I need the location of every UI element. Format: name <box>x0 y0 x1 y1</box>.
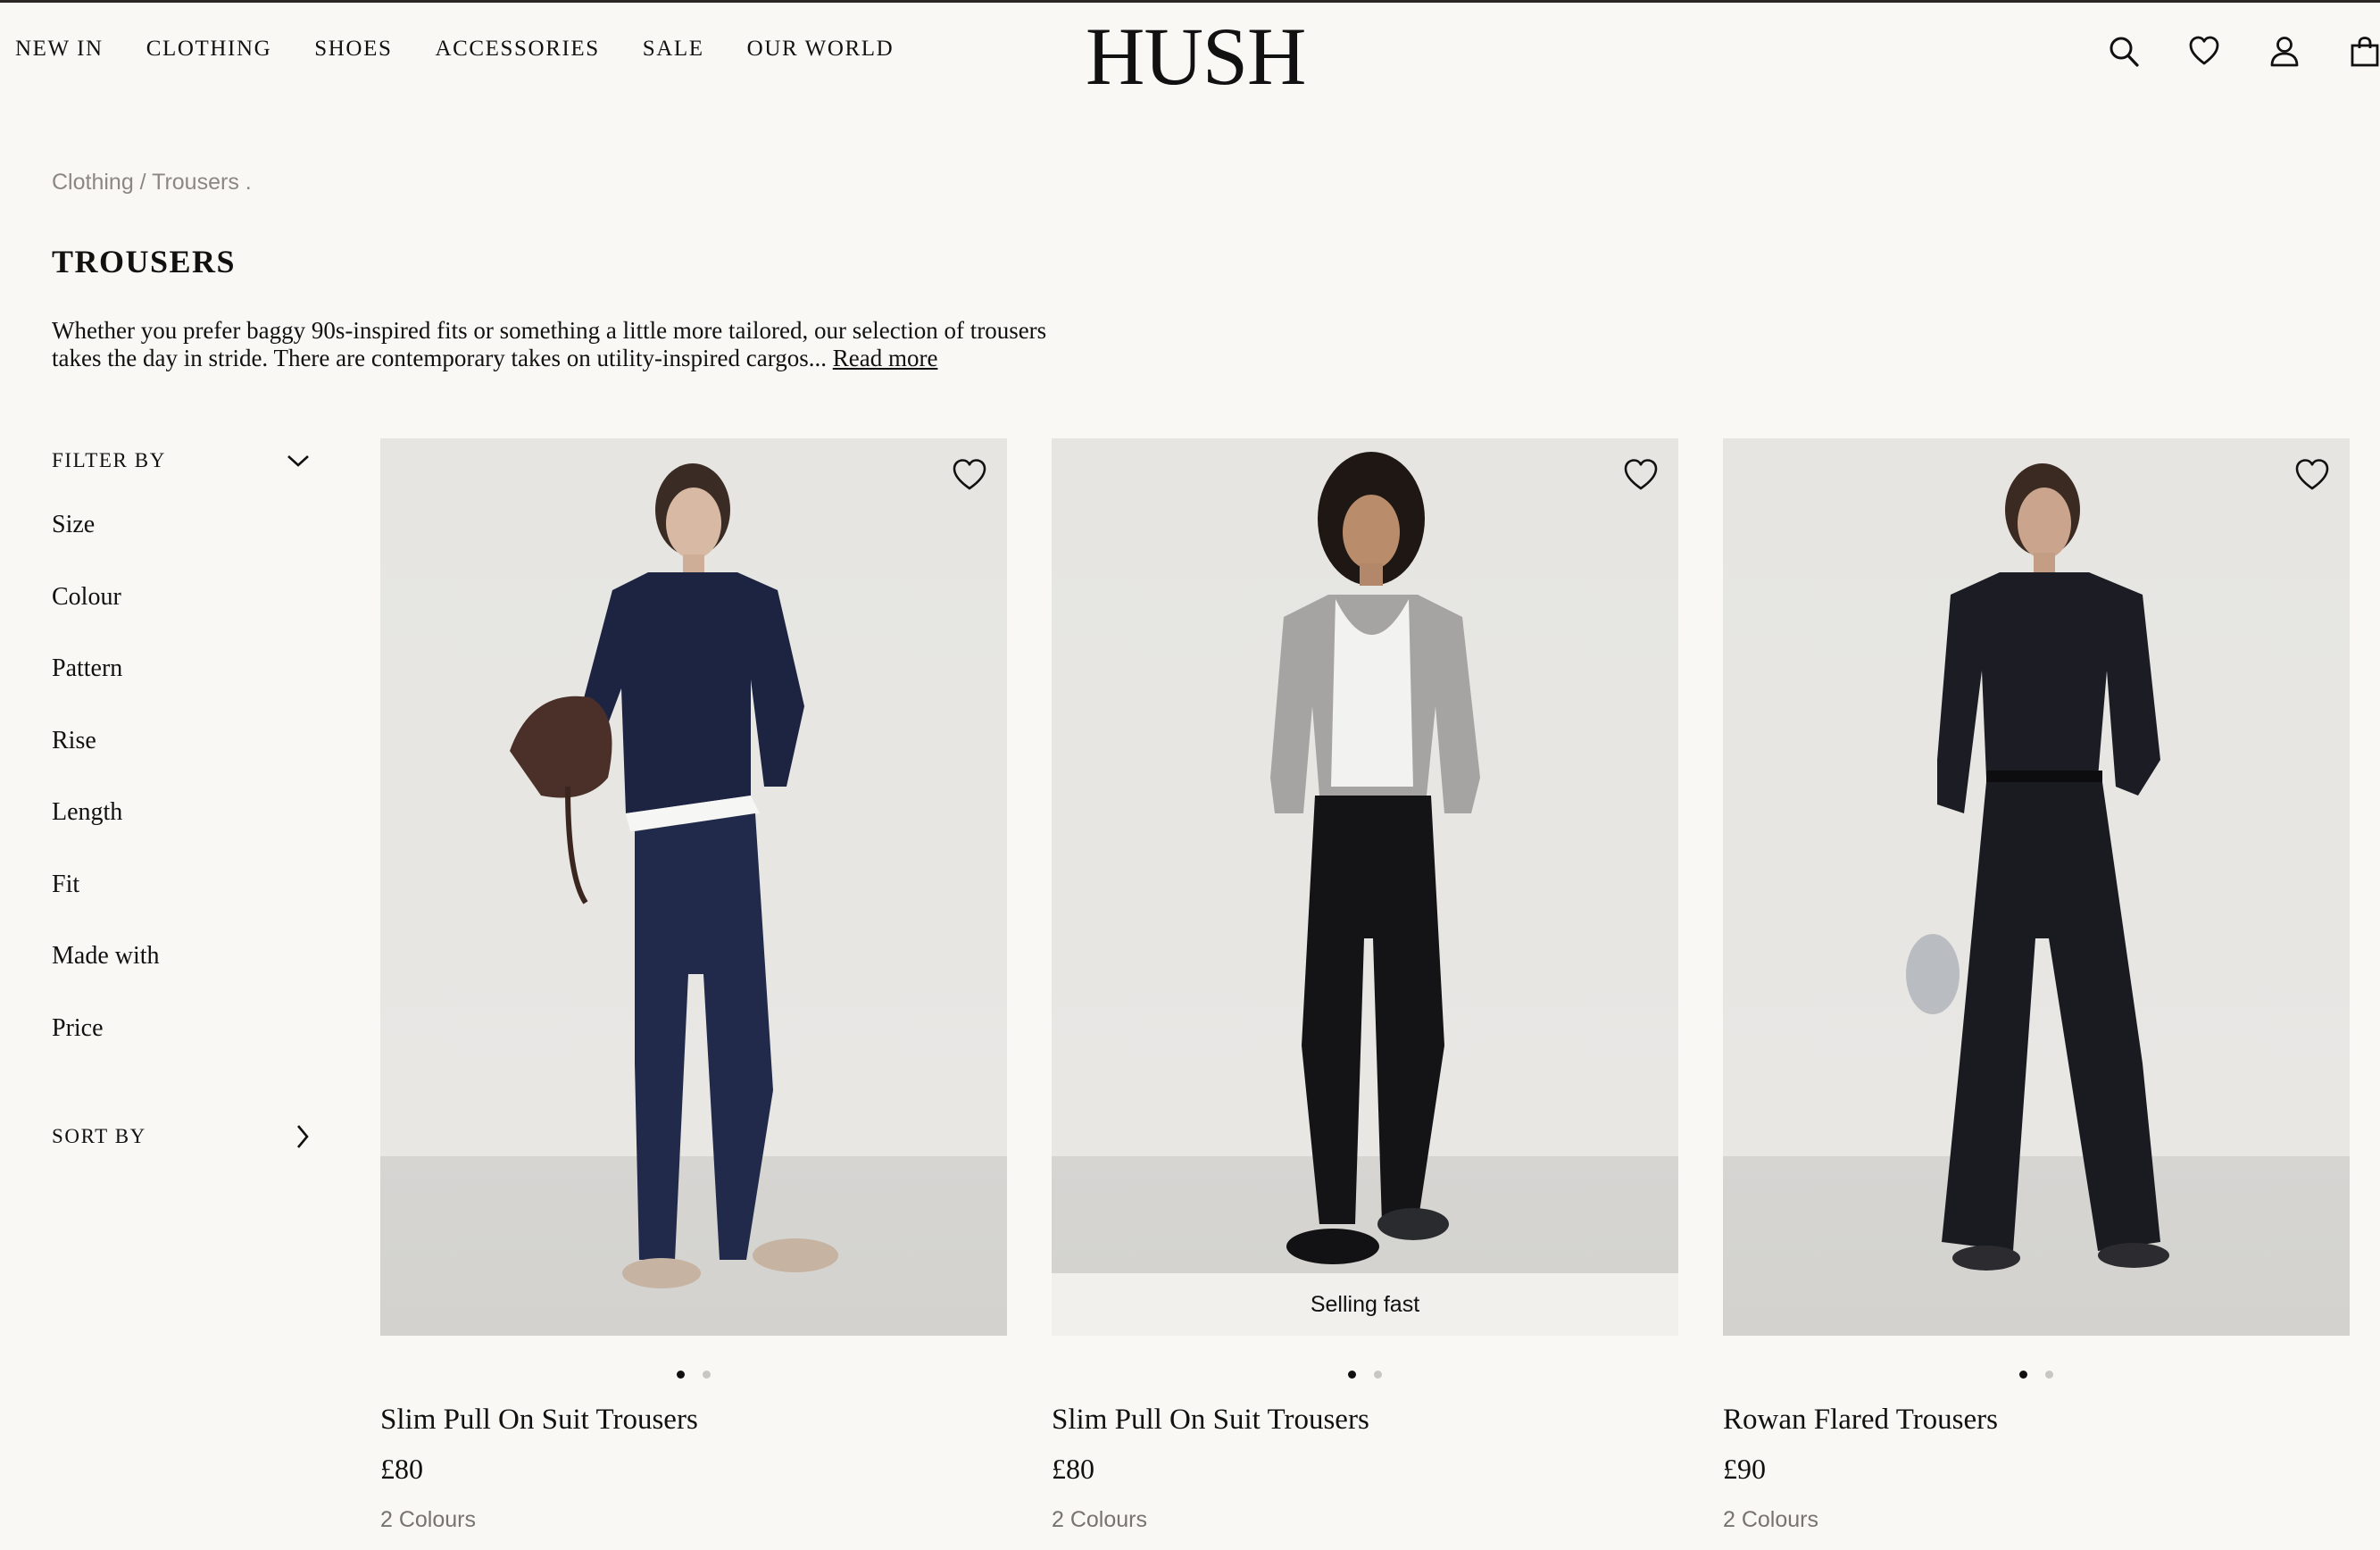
carousel-dot[interactable] <box>677 1370 685 1379</box>
product-name[interactable]: Rowan Flared Trousers <box>1723 1404 2350 1437</box>
filter-length[interactable]: Length <box>52 800 311 872</box>
nav-our-world[interactable]: OUR WORLD <box>747 37 895 62</box>
filter-colour[interactable]: Colour <box>52 584 311 657</box>
sort-by-label: SORT BY <box>52 1125 146 1147</box>
filter-made-with[interactable]: Made with <box>52 944 311 1016</box>
nav-sale[interactable]: SALE <box>643 37 704 62</box>
product-price: £90 <box>1723 1453 1766 1485</box>
nav-clothing[interactable]: CLOTHING <box>146 37 272 62</box>
product-name[interactable]: Slim Pull On Suit Trousers <box>1052 1404 1678 1437</box>
product-image[interactable]: Selling fast <box>1052 438 1678 1336</box>
header-actions <box>2109 35 2380 69</box>
account-icon[interactable] <box>2269 35 2300 69</box>
image-carousel-dots <box>380 1370 1007 1379</box>
carousel-dot[interactable] <box>2019 1370 2027 1379</box>
filter-fit[interactable]: Fit <box>52 871 311 945</box>
nav-accessories[interactable]: ACCESSORIES <box>435 37 599 62</box>
product-card[interactable]: Slim Pull On Suit Trousers £80 2 Colours <box>380 438 1007 1533</box>
image-carousel-dots <box>1723 1370 2350 1379</box>
chevron-right-icon <box>297 1125 309 1148</box>
filter-panel: FILTER BY Size Colour Pattern Rise Lengt… <box>52 443 311 1088</box>
carousel-dot[interactable] <box>703 1370 711 1379</box>
filter-rise[interactable]: Rise <box>52 728 311 801</box>
filter-by-label: FILTER BY <box>52 449 166 471</box>
carousel-dot[interactable] <box>1348 1370 1356 1379</box>
wishlist-heart-icon[interactable] <box>2294 458 2330 492</box>
bag-icon[interactable] <box>2350 35 2380 69</box>
model-figure <box>510 463 838 1288</box>
product-card[interactable]: Rowan Flared Trousers £90 2 Colours <box>1723 438 2350 1533</box>
sort-by-toggle[interactable]: SORT BY <box>52 1119 311 1154</box>
model-figure <box>1270 452 1480 1264</box>
category-intro: Whether you prefer baggy 90s-inspired fi… <box>52 317 1087 372</box>
search-icon[interactable] <box>2109 35 2139 69</box>
product-card[interactable]: Selling fast Slim Pull On Suit Trousers … <box>1052 438 1678 1533</box>
carousel-dot[interactable] <box>1374 1370 1382 1379</box>
filter-pattern[interactable]: Pattern <box>52 656 311 729</box>
read-more-link[interactable]: Read more <box>833 345 938 371</box>
wishlist-heart-icon[interactable] <box>1623 458 1659 492</box>
brand-logo[interactable]: HUSH <box>1086 15 1306 97</box>
product-price: £80 <box>1052 1453 1094 1485</box>
model-bottom <box>1942 782 2160 1251</box>
product-colours: 2 Colours <box>380 1507 476 1532</box>
filter-size[interactable]: Size <box>52 512 311 585</box>
image-carousel-dots <box>1052 1370 1678 1379</box>
chevron-down-icon <box>287 455 309 467</box>
product-colours: 2 Colours <box>1052 1507 1147 1532</box>
heart-icon[interactable] <box>2189 35 2219 69</box>
model-figure <box>1906 463 2169 1271</box>
filter-list: Size Colour Pattern Rise Length Fit Made… <box>52 512 311 1088</box>
model-bottom <box>1302 796 1444 1224</box>
filter-price[interactable]: Price <box>52 1015 311 1088</box>
product-image[interactable] <box>1723 438 2350 1336</box>
carousel-dot[interactable] <box>2045 1370 2053 1379</box>
product-price: £80 <box>380 1453 423 1485</box>
main-nav: NEW IN CLOTHING SHOES ACCESSORIES SALE O… <box>15 37 894 62</box>
nav-new-in[interactable]: NEW IN <box>15 37 104 62</box>
selling-fast-badge: Selling fast <box>1052 1273 1678 1336</box>
site-header: NEW IN CLOTHING SHOES ACCESSORIES SALE O… <box>0 3 2380 110</box>
page-title: TROUSERS <box>52 244 237 279</box>
breadcrumb: Clothing / Trousers . <box>52 170 252 196</box>
nav-shoes[interactable]: SHOES <box>314 37 392 62</box>
product-colours: 2 Colours <box>1723 1507 1818 1532</box>
breadcrumb-text[interactable]: Clothing / Trousers . <box>52 170 252 195</box>
product-image[interactable] <box>380 438 1007 1336</box>
model-bottom <box>635 813 773 1260</box>
filter-by-toggle[interactable]: FILTER BY <box>52 443 311 479</box>
wishlist-heart-icon[interactable] <box>952 458 987 492</box>
product-name[interactable]: Slim Pull On Suit Trousers <box>380 1404 1007 1437</box>
